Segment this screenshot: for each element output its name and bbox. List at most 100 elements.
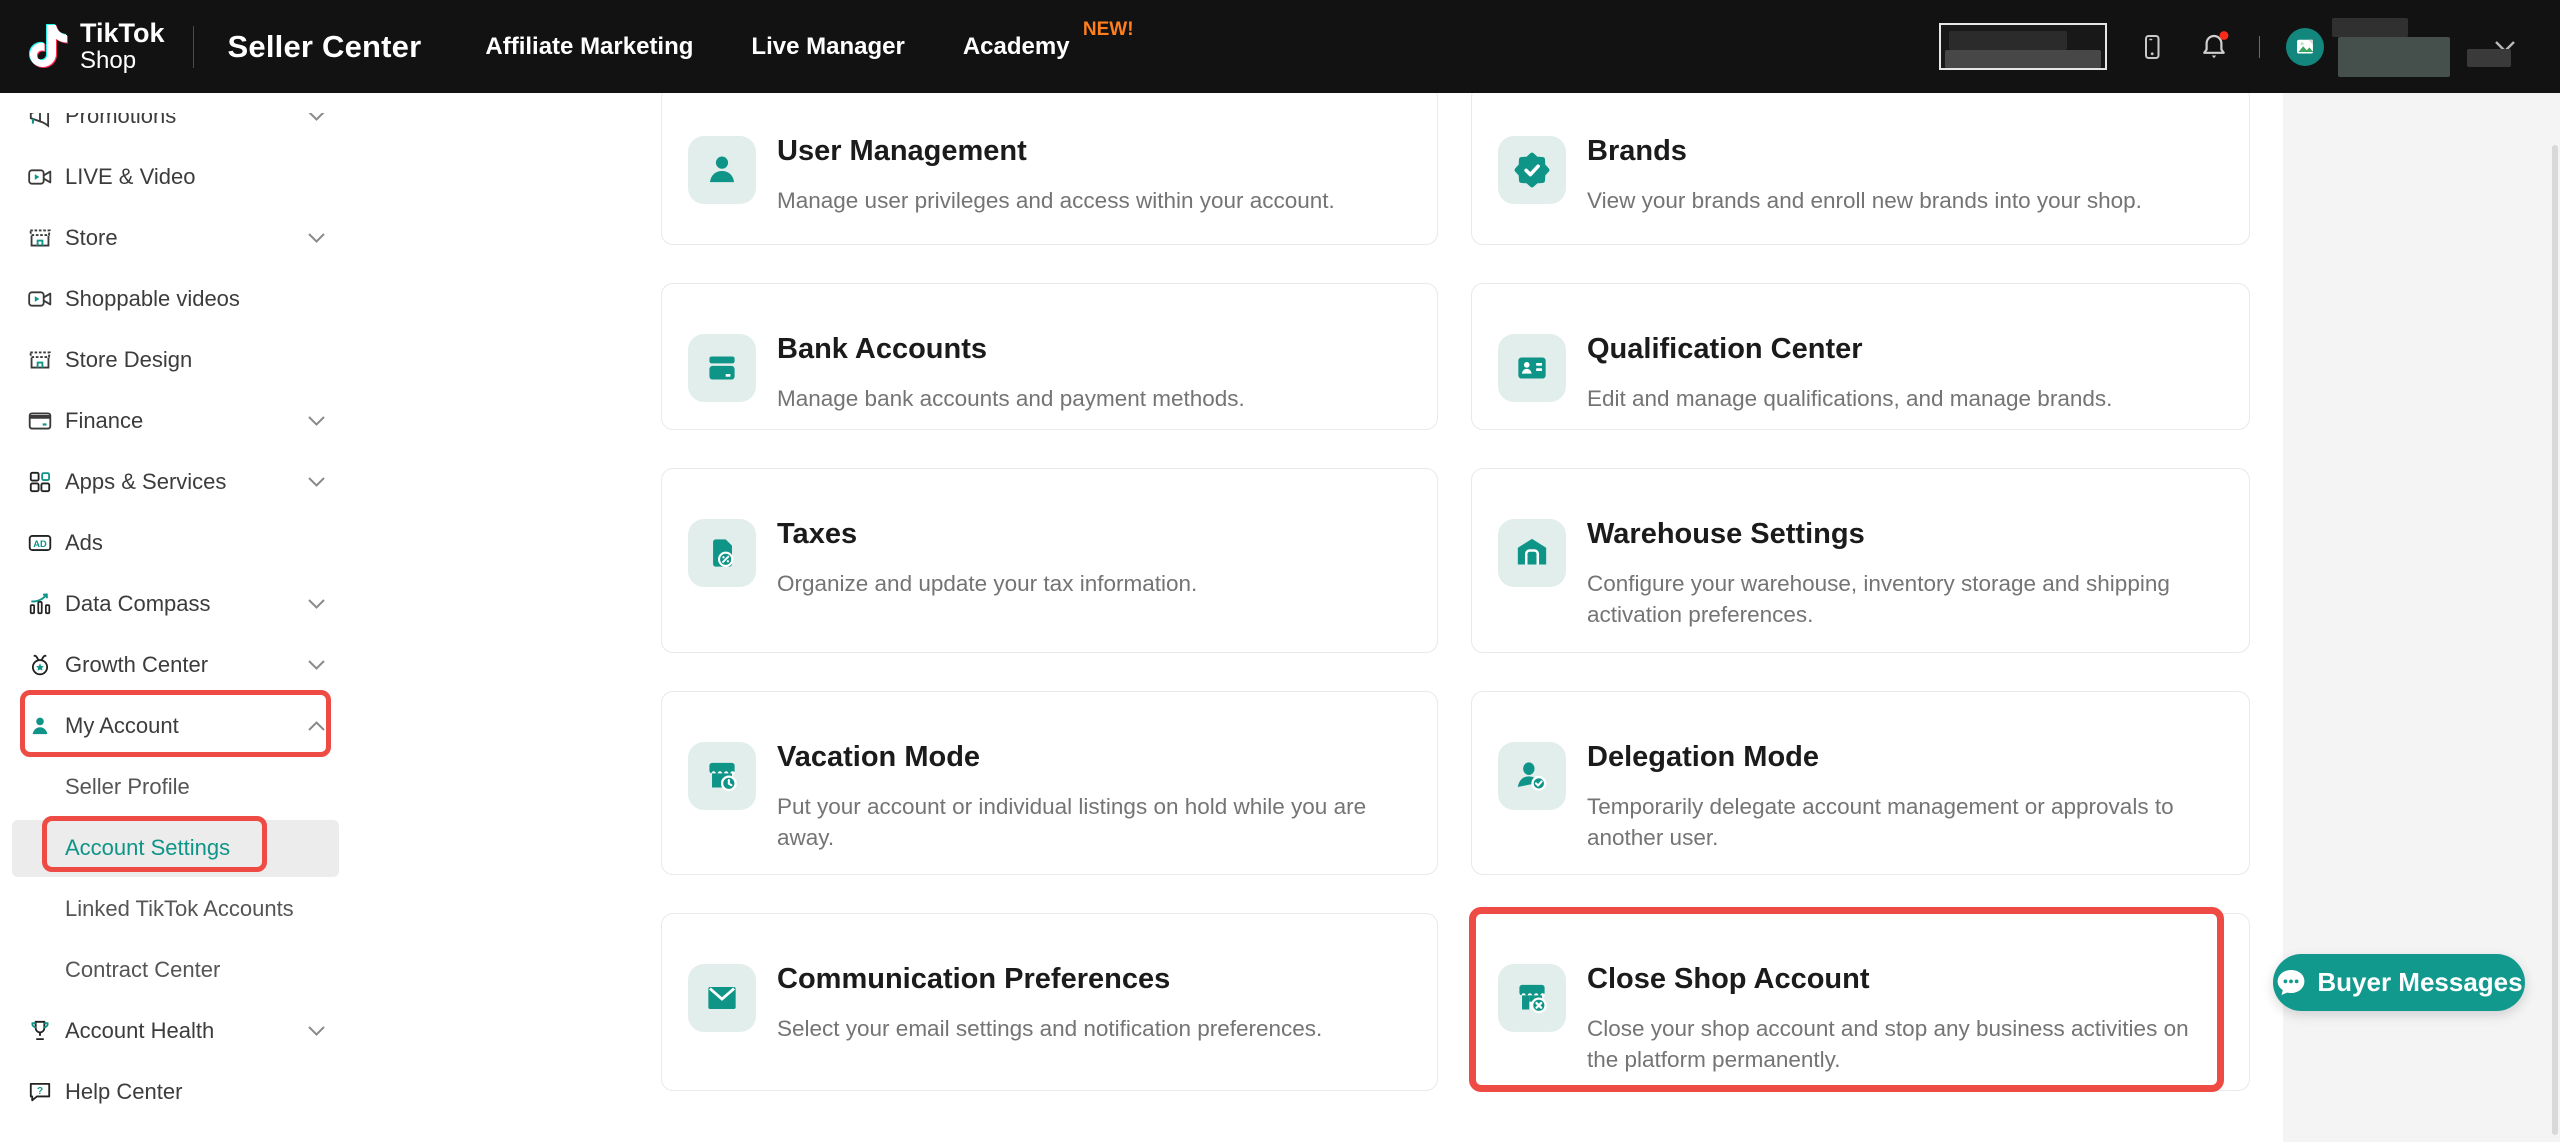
card-title: Brands bbox=[1587, 134, 2142, 168]
header-nav-affiliate-marketing[interactable]: Affiliate Marketing bbox=[485, 33, 693, 61]
card-title: User Management bbox=[777, 134, 1335, 168]
sidebar-item-help-center[interactable]: ?Help Center bbox=[0, 1062, 353, 1123]
ad-icon: AD bbox=[27, 530, 53, 556]
sidebar-item-label: Apps & Services bbox=[65, 469, 226, 495]
sidebar-item-label: Growth Center bbox=[65, 652, 208, 678]
card-description: Organize and update your tax information… bbox=[777, 568, 1197, 599]
user-icon bbox=[701, 149, 743, 191]
avatar[interactable] bbox=[2286, 28, 2324, 66]
header-divider bbox=[193, 26, 194, 68]
header-vertical-divider bbox=[2259, 36, 2260, 58]
sidebar-item-my-account[interactable]: My Account bbox=[0, 696, 353, 757]
new-badge: NEW! bbox=[1083, 19, 1134, 41]
card-qualification-center[interactable]: Qualification CenterEdit and manage qual… bbox=[1471, 283, 2250, 430]
envelope-icon bbox=[701, 977, 743, 1019]
card-communication-preferences[interactable]: Communication PreferencesSelect your ema… bbox=[661, 913, 1438, 1091]
sidebar-item-live-video[interactable]: LIVE & Video bbox=[0, 147, 353, 208]
sidebar-item-finance[interactable]: Finance bbox=[0, 391, 353, 452]
card-icon-tile bbox=[1498, 519, 1566, 587]
card-taxes[interactable]: Taxes Organize and update your tax inform… bbox=[661, 468, 1438, 653]
sidebar-item-contract-center[interactable]: Contract Center bbox=[0, 940, 353, 1001]
card-user-management[interactable]: User ManagementManage user privileges an… bbox=[661, 85, 1438, 245]
brand-line2: Shop bbox=[80, 49, 165, 73]
chevron-down-icon[interactable] bbox=[307, 659, 326, 671]
card-description: Temporarily delegate account management … bbox=[1587, 791, 2209, 853]
card-description: Configure your warehouse, inventory stor… bbox=[1587, 568, 2209, 630]
sidebar-item-label: Ads bbox=[65, 530, 103, 556]
chevron-down-icon[interactable] bbox=[307, 598, 326, 610]
buyer-messages-button[interactable]: Buyer Messages bbox=[2273, 954, 2525, 1011]
sidebar-item-data-compass[interactable]: Data Compass bbox=[0, 574, 353, 635]
card-description: Put your account or individual listings … bbox=[777, 791, 1397, 853]
page: TikTok Shop Seller Center Affiliate Mark… bbox=[0, 0, 2560, 1142]
card-brands[interactable]: BrandsView your brands and enroll new br… bbox=[1471, 85, 2250, 245]
sidebar-item-apps-services[interactable]: Apps & Services bbox=[0, 452, 353, 513]
card-text-block: Communication PreferencesSelect your ema… bbox=[777, 962, 1322, 1044]
sidebar-item-label: Store bbox=[65, 225, 118, 251]
bank-card-icon bbox=[701, 347, 743, 389]
sidebar-item-store-design[interactable]: Store Design bbox=[0, 330, 353, 391]
card-icon-tile bbox=[688, 519, 756, 587]
tax-document-icon bbox=[701, 532, 743, 574]
chevron-up-icon[interactable] bbox=[307, 720, 326, 732]
card-description: Edit and manage qualifications, and mana… bbox=[1587, 383, 2112, 414]
sidebar-item-ads[interactable]: AD Ads bbox=[0, 513, 353, 574]
card-bank-accounts[interactable]: Bank AccountsManage bank accounts and pa… bbox=[661, 283, 1438, 430]
sidebar-item-label: Seller Profile bbox=[65, 774, 190, 800]
card-icon-tile bbox=[1498, 334, 1566, 402]
card-text-block: BrandsView your brands and enroll new br… bbox=[1587, 134, 2142, 216]
brand-line1: TikTok bbox=[80, 20, 165, 47]
chevron-down-icon[interactable] bbox=[307, 1025, 326, 1037]
header-nav-live-manager[interactable]: Live Manager bbox=[751, 33, 904, 61]
card-icon-tile bbox=[1498, 742, 1566, 810]
chevron-down-icon[interactable] bbox=[307, 476, 326, 488]
sidebar-item-label: Data Compass bbox=[65, 591, 211, 617]
redacted-search-text bbox=[1945, 50, 2101, 68]
trophy-icon bbox=[27, 1018, 53, 1044]
person-icon bbox=[27, 713, 53, 739]
vertical-scrollbar[interactable] bbox=[2552, 145, 2558, 1135]
header-nav-academy[interactable]: AcademyNEW! bbox=[963, 33, 1070, 61]
sidebar-item-linked-tiktok-accounts[interactable]: Linked TikTok Accounts bbox=[0, 879, 353, 940]
redacted-account-name bbox=[2330, 16, 2480, 78]
card-icon-tile bbox=[1498, 136, 1566, 204]
card-icon-tile bbox=[688, 964, 756, 1032]
sidebar-item-growth-center[interactable]: Growth Center bbox=[0, 635, 353, 696]
mobile-app-icon[interactable] bbox=[2137, 32, 2167, 62]
sidebar-item-account-health[interactable]: Account Health bbox=[0, 1001, 353, 1062]
sidebar-item-shoppable-videos[interactable]: Shoppable videos bbox=[0, 269, 353, 330]
sidebar-item-label: Linked TikTok Accounts bbox=[65, 896, 294, 922]
credit-card-icon bbox=[27, 408, 53, 434]
card-icon-tile bbox=[688, 742, 756, 810]
notifications-bell-icon[interactable] bbox=[2197, 30, 2233, 64]
sidebar-item-label: Shoppable videos bbox=[65, 286, 240, 312]
chevron-down-icon[interactable] bbox=[307, 232, 326, 244]
badge-check-icon bbox=[1511, 149, 1553, 191]
sidebar-nav: Promotions LIVE & VideoStore Shoppable v… bbox=[0, 93, 353, 1142]
account-menu[interactable] bbox=[2286, 16, 2516, 78]
card-delegation-mode[interactable]: Delegation ModeTemporarily delegate acco… bbox=[1471, 691, 2250, 875]
nav-label: Live Manager bbox=[751, 33, 904, 60]
card-warehouse-settings[interactable]: Warehouse SettingsConfigure your warehou… bbox=[1471, 468, 2250, 653]
card-text-block: User ManagementManage user privileges an… bbox=[777, 134, 1335, 216]
card-text-block: Qualification CenterEdit and manage qual… bbox=[1587, 332, 2112, 414]
chevron-down-icon[interactable] bbox=[307, 415, 326, 427]
tiktok-shop-logo[interactable]: TikTok Shop bbox=[28, 20, 165, 73]
sidebar-item-account-settings[interactable]: Account Settings bbox=[0, 818, 353, 879]
card-description: Manage bank accounts and payment methods… bbox=[777, 383, 1245, 414]
redacted-search-text bbox=[1949, 31, 2067, 50]
seller-center-title[interactable]: Seller Center bbox=[228, 29, 422, 65]
card-text-block: Bank AccountsManage bank accounts and pa… bbox=[777, 332, 1245, 414]
video-camera-icon bbox=[27, 286, 53, 312]
card-title: Taxes bbox=[777, 517, 1197, 551]
card-title: Vacation Mode bbox=[777, 740, 1397, 774]
sidebar-item-store[interactable]: Store bbox=[0, 208, 353, 269]
card-text-block: Vacation Mode Put your account or individ… bbox=[777, 740, 1397, 853]
card-vacation-mode[interactable]: Vacation Mode Put your account or individ… bbox=[661, 691, 1438, 875]
card-close-shop-account[interactable]: Close Shop AccountClose your shop accoun… bbox=[1471, 913, 2250, 1091]
sidebar-item-seller-profile[interactable]: Seller Profile bbox=[0, 757, 353, 818]
search-input[interactable] bbox=[1939, 23, 2107, 70]
card-text-block: Warehouse SettingsConfigure your warehou… bbox=[1587, 517, 2209, 630]
nav-label: Affiliate Marketing bbox=[485, 33, 693, 60]
sidebar-item-label: My Account bbox=[65, 713, 179, 739]
